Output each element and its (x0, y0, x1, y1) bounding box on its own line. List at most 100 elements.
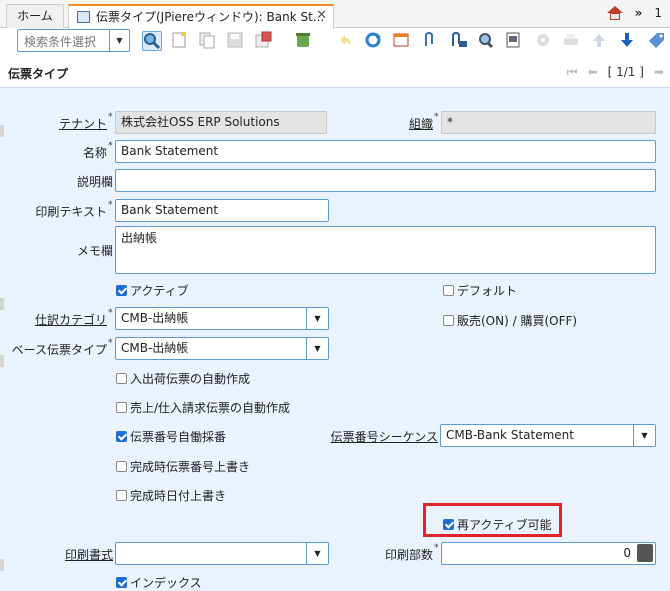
tab-home[interactable]: ホーム (6, 4, 64, 28)
sales-purchase-label: 販売(ON) / 購買(OFF) (457, 314, 578, 328)
doc-sequence-label[interactable]: 伝票番号シーケンス (331, 428, 438, 445)
attachment-icon[interactable] (420, 31, 440, 51)
checkbox-unchecked-icon[interactable] (116, 373, 127, 384)
scroll-edge (0, 559, 4, 571)
tab-document-type[interactable]: 伝票タイプ(JPiereウィンドウ): Bank St... ✕ (68, 4, 334, 29)
copies-label: 印刷部数 (384, 548, 433, 562)
help-tag-icon[interactable] (646, 31, 666, 51)
chevron-down-icon[interactable]: ▼ (306, 543, 328, 564)
grid-toggle-icon[interactable] (392, 31, 412, 51)
calculator-icon[interactable] (637, 544, 653, 562)
base-doc-type-value: CMB-出納帳 (121, 341, 189, 355)
print-text-field[interactable]: Bank Statement (115, 199, 329, 222)
overwrite-docno-checkbox[interactable]: 完成時伝票番号上書き (116, 458, 250, 475)
description-label: 説明欄 (76, 175, 113, 189)
auto-invoice-checkbox[interactable]: 売上/仕入請求伝票の自動作成 (116, 399, 290, 416)
name-field[interactable]: Bank Statement (115, 140, 656, 163)
search-query-placeholder: 検索条件選択 (24, 35, 97, 49)
required-mark: * (108, 200, 113, 210)
default-label: デフォルト (457, 284, 518, 298)
checkbox-checked-icon[interactable] (116, 577, 127, 588)
search-icon[interactable] (142, 31, 162, 51)
print-format-label[interactable]: 印刷書式 (65, 546, 113, 563)
home-icon[interactable] (606, 6, 623, 20)
checkbox-unchecked-icon[interactable] (443, 315, 454, 326)
detail-form: テナント * 株式会社OSS ERP Solutions 組織 * * 名称 *… (0, 87, 670, 591)
checkbox-checked-icon[interactable] (116, 431, 127, 442)
scroll-edge (0, 355, 4, 367)
memo-label: メモ欄 (76, 244, 113, 258)
active-label: アクティブ (130, 284, 189, 298)
chat-attachment-icon[interactable] (448, 31, 468, 51)
active-checkbox[interactable]: アクティブ (116, 282, 189, 299)
window-header: 伝票タイプ ⏮ ⬅ [ 1/1 ] ➡ (0, 61, 670, 85)
gl-category-select[interactable]: CMB-出納帳 ▼ (115, 307, 329, 330)
tab-document-type-label: 伝票タイプ(JPiereウィンドウ): Bank St... (96, 10, 325, 24)
highlight-box (423, 503, 562, 537)
overwrite-docno-label: 完成時伝票番号上書き (130, 460, 251, 474)
index-label: インデックス (130, 576, 202, 590)
tenant-field: 株式会社OSS ERP Solutions (115, 111, 327, 134)
zoom-across-icon[interactable] (476, 31, 496, 51)
overwrite-date-label: 完成時日付上書き (130, 489, 227, 503)
delete-icon[interactable] (294, 31, 314, 51)
auto-shipment-label: 入出荷伝票の自動作成 (130, 372, 251, 386)
index-checkbox[interactable]: インデックス (116, 574, 202, 591)
checkbox-unchecked-icon[interactable] (116, 402, 127, 413)
required-mark: * (108, 308, 113, 318)
auto-shipment-checkbox[interactable]: 入出荷伝票の自動作成 (116, 370, 250, 387)
arrow-up-icon[interactable] (590, 31, 610, 51)
description-field[interactable] (115, 169, 656, 192)
notification-count: 1 (654, 6, 662, 20)
chevron-down-icon[interactable]: ▼ (306, 308, 328, 329)
copy-record-icon[interactable] (198, 31, 218, 51)
record-indicator: [ 1/1 ] (607, 65, 644, 79)
required-mark: * (108, 141, 113, 151)
copies-field[interactable]: 0 (441, 542, 656, 565)
scroll-edge (0, 298, 4, 310)
checkbox-unchecked-icon[interactable] (443, 285, 454, 296)
refresh-icon[interactable] (364, 31, 384, 51)
auto-doc-no-checkbox[interactable]: 伝票番号自働採番 (116, 428, 226, 445)
save-icon[interactable] (226, 31, 246, 51)
chevron-down-icon[interactable]: ▼ (306, 338, 328, 359)
doc-sequence-select[interactable]: CMB-Bank Statement ▼ (440, 424, 656, 447)
print-format-select[interactable]: ▼ (115, 542, 329, 565)
default-checkbox[interactable]: デフォルト (443, 282, 517, 299)
auto-invoice-label: 売上/仕入請求伝票の自動作成 (130, 401, 291, 415)
checkbox-checked-icon[interactable] (116, 285, 127, 296)
auto-doc-no-label: 伝票番号自働採番 (130, 430, 227, 444)
gl-category-label[interactable]: 仕訳カテゴリ (35, 311, 107, 328)
required-mark: * (108, 112, 113, 122)
checkbox-unchecked-icon[interactable] (116, 490, 127, 501)
name-label: 名称 (82, 146, 107, 160)
tenant-label[interactable]: テナント (59, 115, 107, 132)
save-and-new-icon[interactable] (254, 31, 274, 51)
report-icon[interactable] (504, 31, 524, 51)
new-record-icon[interactable] (170, 31, 190, 51)
next-record-icon[interactable]: ➡ (654, 65, 664, 80)
copies-value: 0 (623, 546, 631, 560)
print-icon[interactable] (562, 31, 582, 51)
chevron-down-icon[interactable]: ▼ (633, 425, 655, 446)
toolbar: 検索条件選択 ▼ (0, 29, 670, 59)
org-label[interactable]: 組織 (409, 115, 433, 132)
chevron-down-icon[interactable]: ▼ (109, 30, 129, 51)
org-field: * (441, 111, 656, 134)
first-record-icon[interactable]: ⏮ (567, 65, 578, 80)
sales-purchase-checkbox[interactable]: 販売(ON) / 購買(OFF) (443, 312, 577, 329)
previous-record-icon[interactable]: ⬅ (588, 65, 598, 80)
required-mark: * (434, 543, 439, 553)
memo-field[interactable]: 出納帳 (115, 226, 656, 274)
doc-sequence-value: CMB-Bank Statement (446, 428, 574, 442)
overwrite-date-checkbox[interactable]: 完成時日付上書き (116, 487, 226, 504)
undo-icon[interactable] (336, 31, 356, 51)
base-doc-type-select[interactable]: CMB-出納帳 ▼ (115, 337, 329, 360)
arrow-down-icon[interactable] (618, 31, 638, 51)
process-gear-icon[interactable] (534, 31, 554, 51)
chevron-double-down-icon[interactable]: » (635, 6, 643, 20)
tab-bar: ホーム 伝票タイプ(JPiereウィンドウ): Bank St... ✕ » 1 (0, 0, 670, 29)
search-query-select[interactable]: 検索条件選択 ▼ (17, 29, 130, 52)
close-tab-icon[interactable]: ✕ (316, 5, 327, 27)
checkbox-unchecked-icon[interactable] (116, 461, 127, 472)
